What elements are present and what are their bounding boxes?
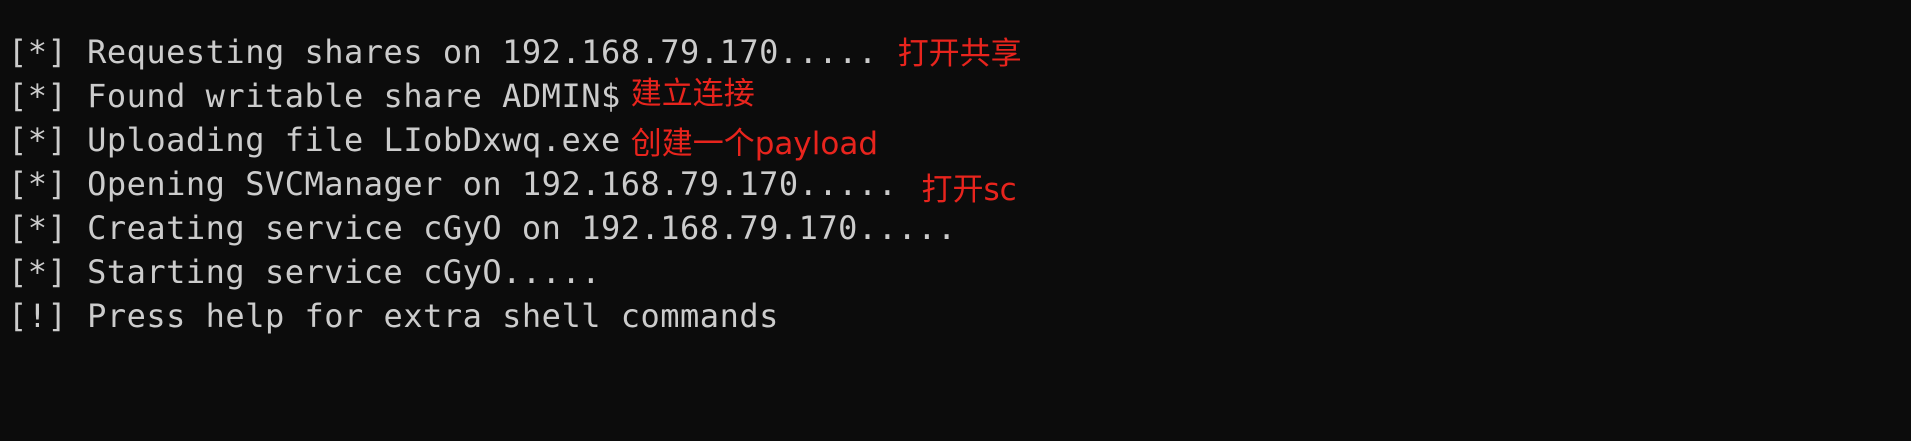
terminal-line: [*] Requesting shares on 192.168.79.170.… [8, 32, 1022, 72]
line-prefix: [*] [8, 33, 68, 71]
annotation-label: 打开共享 [897, 35, 1022, 72]
line-text: Uploading file LIobDxwq.exe [87, 121, 621, 159]
line-text: Found writable share ADMIN$ [87, 77, 621, 115]
line-text: Opening SVCManager on 192.168.79.170....… [87, 165, 898, 203]
line-text: Creating service cGyO on 192.168.79.170.… [87, 209, 957, 247]
line-prefix: [*] [8, 121, 68, 159]
line-space [67, 253, 87, 291]
line-space [67, 209, 87, 247]
annotation-label: 建立连接 [630, 75, 755, 112]
line-prefix: [!] [8, 297, 68, 335]
line-space [67, 33, 87, 71]
line-prefix: [*] [8, 165, 68, 203]
terminal-line: [!] Press help for extra shell commands [8, 296, 779, 336]
line-prefix: [*] [8, 209, 68, 247]
terminal-line: [*] Uploading file LIobDxwq.exe 创建一个payl… [8, 120, 879, 162]
line-space [67, 77, 87, 115]
line-space [67, 165, 87, 203]
line-prefix: [*] [8, 77, 68, 115]
annotation-label: 创建一个payload [630, 125, 879, 162]
terminal-line: [*] Found writable share ADMIN$ 建立连接 [8, 76, 755, 116]
line-space [67, 121, 87, 159]
line-text: Starting service cGyO..... [87, 253, 601, 291]
line-text: Requesting shares on 192.168.79.170..... [87, 33, 878, 71]
line-text: Press help for extra shell commands [87, 297, 779, 335]
terminal-line: [*] Starting service cGyO..... [8, 252, 601, 292]
line-prefix: [*] [8, 253, 68, 291]
line-space [67, 297, 87, 335]
terminal-line: [*] Creating service cGyO on 192.168.79.… [8, 208, 957, 248]
terminal-output[interactable]: [*] Requesting shares on 192.168.79.170.… [0, 0, 1911, 441]
annotation-label: 打开sc [921, 171, 1017, 208]
terminal-line: [*] Opening SVCManager on 192.168.79.170… [8, 164, 1017, 208]
